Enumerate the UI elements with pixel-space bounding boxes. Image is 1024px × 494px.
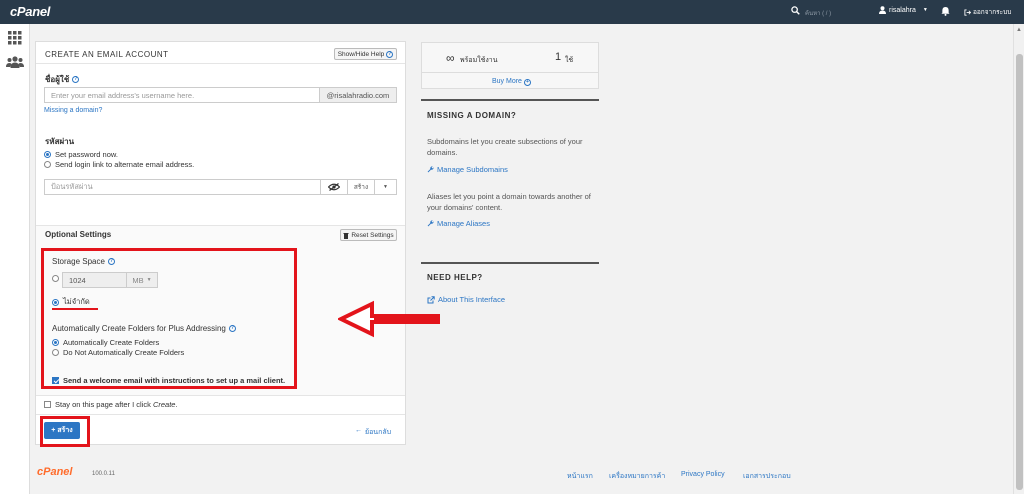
footer-link-documentation[interactable]: เอกสารประกอบ xyxy=(743,471,791,482)
scrollbar-thumb[interactable] xyxy=(1016,54,1023,490)
aliases-text: Aliases let you point a domain towards a… xyxy=(427,192,591,212)
footer-link-trademarks[interactable]: เครื่องหมายการค้า xyxy=(609,471,665,482)
buy-more-link[interactable]: Buy More + xyxy=(492,78,531,86)
trash-icon xyxy=(343,232,349,239)
question-circle-icon[interactable]: ? xyxy=(72,76,80,83)
username-label: ชื่อผู้ใช้ ? xyxy=(45,75,80,84)
wrench-icon xyxy=(427,166,434,173)
password-label: รหัสผ่าน xyxy=(45,137,75,146)
annotation-create-box xyxy=(40,416,90,447)
logout-icon xyxy=(964,8,971,16)
used-count: 1 xyxy=(555,51,562,63)
search-icon[interactable] xyxy=(791,6,800,15)
eye-slash-icon xyxy=(328,183,340,191)
arrow-left-icon: ← xyxy=(355,427,362,434)
radio-unselected[interactable] xyxy=(44,161,51,168)
stay-on-page-option[interactable]: Stay on this page after I click Create. xyxy=(44,400,178,409)
generate-options-dropdown[interactable]: ▼ xyxy=(374,179,397,195)
cpanel-logo[interactable]: cPanel xyxy=(10,4,50,19)
about-interface-link[interactable]: About This Interface xyxy=(427,295,505,304)
panel-header-divider xyxy=(36,63,405,64)
annotation-highlight-box xyxy=(41,248,297,389)
reset-settings-button[interactable]: Reset Settings xyxy=(340,229,397,241)
checkbox-unchecked[interactable] xyxy=(44,401,51,408)
footer-link-home[interactable]: หน้าแรก xyxy=(567,471,593,482)
set-password-now-option[interactable]: Set password now. xyxy=(44,150,118,159)
bell-icon[interactable] xyxy=(941,6,950,16)
account-count-panel: ∞ พร้อมใช้งาน 1 ใช้ Buy More + xyxy=(421,42,599,89)
toggle-visibility-button[interactable] xyxy=(320,179,348,195)
external-link-icon xyxy=(427,295,435,303)
user-icon xyxy=(879,6,886,14)
subdomains-text: Subdomains let you create subsections of… xyxy=(427,137,583,157)
show-hide-help-button[interactable]: Show/Hide Help ? xyxy=(334,48,397,60)
search-input[interactable]: ค้นหา ( / ) xyxy=(805,8,831,18)
footer-version: 100.0.11 xyxy=(92,471,115,477)
send-login-link-option[interactable]: Send login link to alternate email addre… xyxy=(44,160,194,169)
user-menu[interactable]: risalahra ▼ xyxy=(879,6,928,14)
stay-divider xyxy=(36,395,405,396)
users-icon[interactable] xyxy=(6,56,24,68)
caret-down-icon: ▼ xyxy=(922,7,928,13)
count-row: ∞ พร้อมใช้งาน 1 ใช้ xyxy=(422,43,598,73)
password-input[interactable]: ป้อนรหัสผ่าน xyxy=(44,179,321,195)
plus-circle-icon: + xyxy=(523,79,531,86)
missing-domain-link[interactable]: Missing a domain? xyxy=(44,107,102,114)
footer-cpanel-logo[interactable]: cPanel xyxy=(37,466,72,478)
manage-subdomains-link[interactable]: Manage Subdomains xyxy=(427,165,508,174)
logout-button[interactable]: ออกจากระบบ xyxy=(964,7,1011,17)
panel-title: CREATE AN EMAIL ACCOUNT xyxy=(45,50,169,59)
username-input[interactable]: Enter your email address's username here… xyxy=(44,87,320,103)
scroll-up-icon[interactable]: ▲ xyxy=(1016,27,1022,33)
generate-password-button[interactable]: สร้าง xyxy=(347,179,375,195)
radio-selected[interactable] xyxy=(44,151,51,158)
missing-domain-heading: MISSING A DOMAIN? xyxy=(427,111,517,120)
available-label: พร้อมใช้งาน xyxy=(460,57,498,64)
footer-link-privacy[interactable]: Privacy Policy xyxy=(681,471,725,478)
left-sidebar xyxy=(0,24,30,494)
infinity-icon: ∞ xyxy=(446,51,455,65)
used-unit: ใช้ xyxy=(565,57,574,64)
need-help-heading: NEED HELP? xyxy=(427,273,483,282)
section-rule xyxy=(421,262,599,264)
optional-settings-label: Optional Settings xyxy=(45,230,112,239)
top-navbar: cPanel ค้นหา ( / ) risalahra ▼ ออกจากระบ… xyxy=(0,0,1024,24)
username-label: risalahra xyxy=(889,6,916,14)
optional-divider xyxy=(36,225,405,226)
annotation-underline xyxy=(52,308,98,310)
caret-down-icon: ▼ xyxy=(383,184,388,190)
back-link[interactable]: ← ย้อนกลับ xyxy=(355,427,391,438)
footer-divider xyxy=(36,414,405,415)
grid-icon[interactable] xyxy=(8,31,22,45)
page-scrollbar[interactable]: ▲ xyxy=(1013,24,1024,494)
logout-label: ออกจากระบบ xyxy=(973,9,1012,16)
manage-aliases-link[interactable]: Manage Aliases xyxy=(427,219,490,228)
question-circle-icon: ? xyxy=(386,50,394,58)
section-rule xyxy=(421,99,599,101)
annotation-arrow-icon xyxy=(338,300,440,338)
domain-addon[interactable]: @risalahradio.com xyxy=(319,87,397,103)
wrench-icon xyxy=(427,220,434,227)
